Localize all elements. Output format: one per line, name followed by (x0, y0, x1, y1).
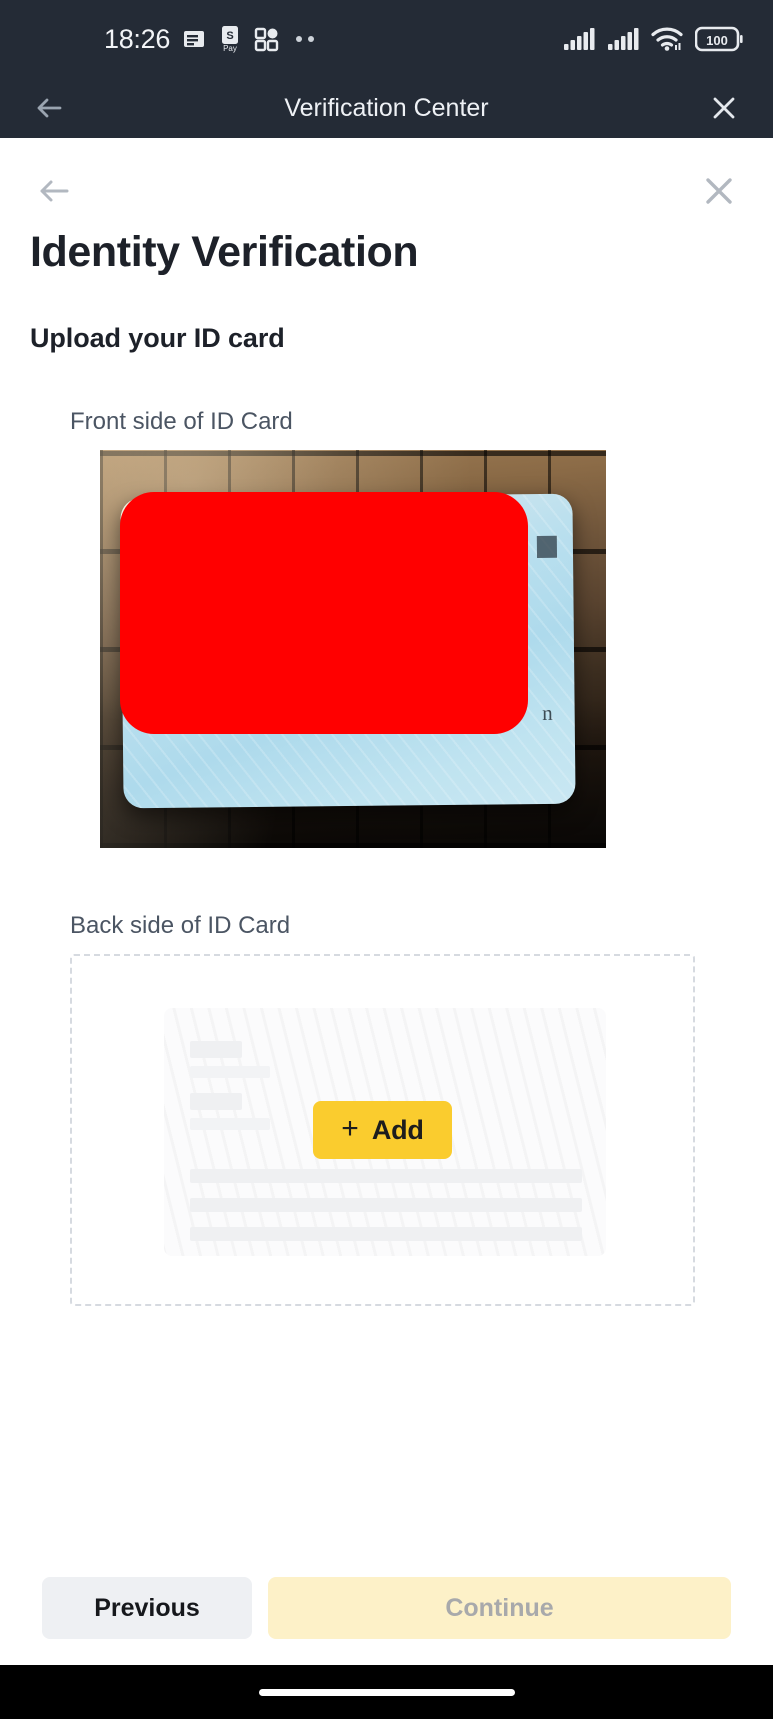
app-title-bar: Verification Center (0, 78, 773, 138)
svg-text:S: S (226, 30, 233, 42)
placeholder-bar (190, 1227, 582, 1242)
signal-bars-sim2-icon (607, 27, 639, 51)
plus-icon: + (341, 1112, 359, 1146)
close-icon (707, 91, 741, 125)
status-bar-right-cluster: 100 (563, 26, 743, 52)
status-bar-clock: 18:26 (104, 23, 171, 54)
arrow-left-icon (32, 91, 66, 125)
appbar-title: Verification Center (284, 93, 489, 122)
page-nav (0, 138, 773, 210)
section-title: Upload your ID card (30, 323, 285, 354)
add-back-side-button[interactable]: + Add (313, 1101, 452, 1160)
appbar-back-button[interactable] (26, 85, 72, 131)
front-side-label: Front side of ID Card (70, 408, 293, 436)
front-side-photo-preview[interactable]: n (100, 450, 606, 849)
more-dots-icon (296, 36, 315, 42)
svg-text:100: 100 (706, 33, 728, 48)
placeholder-bar (190, 1041, 242, 1059)
appbar-close-button[interactable] (701, 85, 747, 131)
arrow-left-icon (34, 171, 74, 211)
apps-grid-icon (253, 26, 279, 52)
wifi-icon (651, 26, 683, 52)
samsung-pay-icon: S Pay (218, 25, 242, 53)
news-icon (181, 26, 207, 52)
footer-actions: Previous Continue (0, 1577, 773, 1639)
home-indicator[interactable] (258, 1688, 515, 1696)
back-side-label: Back side of ID Card (70, 912, 291, 940)
android-navigation-bar (0, 1665, 773, 1719)
svg-text:Pay: Pay (223, 44, 237, 53)
system-status-bar: 18:26 S Pay 100 (0, 0, 773, 78)
back-side-dropzone[interactable]: + Add (70, 954, 695, 1307)
id-card-text-fragment: n (542, 701, 553, 726)
battery-icon: 100 (695, 26, 743, 52)
page-back-button[interactable] (30, 167, 78, 215)
identity-verification-page: Identity Verification Upload your ID car… (0, 138, 773, 1719)
page-title: Identity Verification (30, 228, 419, 276)
placeholder-bar (190, 1169, 582, 1184)
placeholder-bar (190, 1066, 270, 1079)
id-card-emblem (536, 536, 558, 559)
add-button-label: Add (371, 1114, 424, 1145)
redaction-overlay (120, 492, 528, 735)
placeholder-bar (190, 1198, 582, 1213)
signal-bars-sim1-icon (563, 27, 595, 51)
previous-button[interactable]: Previous (42, 1577, 252, 1639)
continue-button[interactable]: Continue (268, 1577, 731, 1639)
page-close-button[interactable] (695, 167, 743, 215)
upload-block: Front side of ID Card n Back side of ID … (0, 408, 773, 1307)
placeholder-bar (190, 1093, 242, 1111)
status-bar-left-cluster: 18:26 S Pay (104, 23, 315, 55)
placeholder-bar (190, 1118, 270, 1131)
close-icon (699, 171, 739, 211)
